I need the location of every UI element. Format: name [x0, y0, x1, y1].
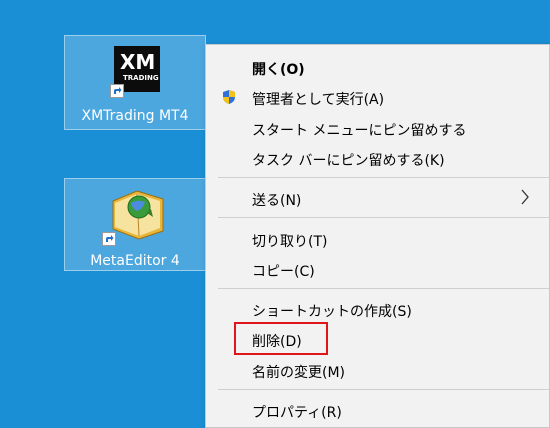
menu-separator — [218, 217, 549, 218]
metaeditor-book-icon — [112, 190, 164, 240]
shortcut-arrow-icon — [102, 232, 116, 246]
desktop-icon-xmtrading-mt4[interactable]: XM TRADING XMTrading MT4 — [64, 35, 206, 130]
menu-item-delete[interactable]: 削除(D) — [252, 331, 302, 351]
menu-item-run-as-admin[interactable]: 管理者として実行(A) — [252, 89, 384, 109]
desktop: { "desktop": { "icons": [ {"label": "XMT… — [0, 0, 550, 428]
menu-separator — [218, 288, 549, 289]
context-menu: 開く(O) 管理者として実行(A) スタート メニューにピン留めする タスク バ… — [205, 44, 550, 428]
shortcut-arrow-icon — [110, 84, 124, 98]
menu-item-create-shortcut[interactable]: ショートカットの作成(S) — [252, 301, 412, 321]
menu-item-cut[interactable]: 切り取り(T) — [252, 231, 327, 251]
menu-item-properties[interactable]: プロパティ(R) — [252, 402, 342, 422]
menu-item-open[interactable]: 開く(O) — [252, 59, 305, 79]
xm-logo-text: XM — [120, 50, 156, 74]
xm-logo-subtext: TRADING — [123, 74, 159, 82]
menu-separator — [218, 389, 549, 390]
desktop-icon-metaeditor-4[interactable]: MetaEditor 4 — [64, 178, 206, 271]
menu-item-copy[interactable]: コピー(C) — [252, 261, 315, 281]
menu-item-pin-to-taskbar[interactable]: タスク バーにピン留めする(K) — [252, 150, 445, 170]
menu-item-pin-to-start[interactable]: スタート メニューにピン留めする — [252, 120, 466, 140]
menu-separator — [218, 177, 549, 178]
uac-shield-icon — [223, 90, 235, 104]
icon-label: MetaEditor 4 — [90, 253, 180, 269]
icon-label: XMTrading MT4 — [81, 108, 189, 124]
menu-item-rename[interactable]: 名前の変更(M) — [252, 362, 345, 382]
chevron-right-icon — [521, 189, 529, 205]
menu-item-send-to[interactable]: 送る(N) — [252, 190, 301, 210]
